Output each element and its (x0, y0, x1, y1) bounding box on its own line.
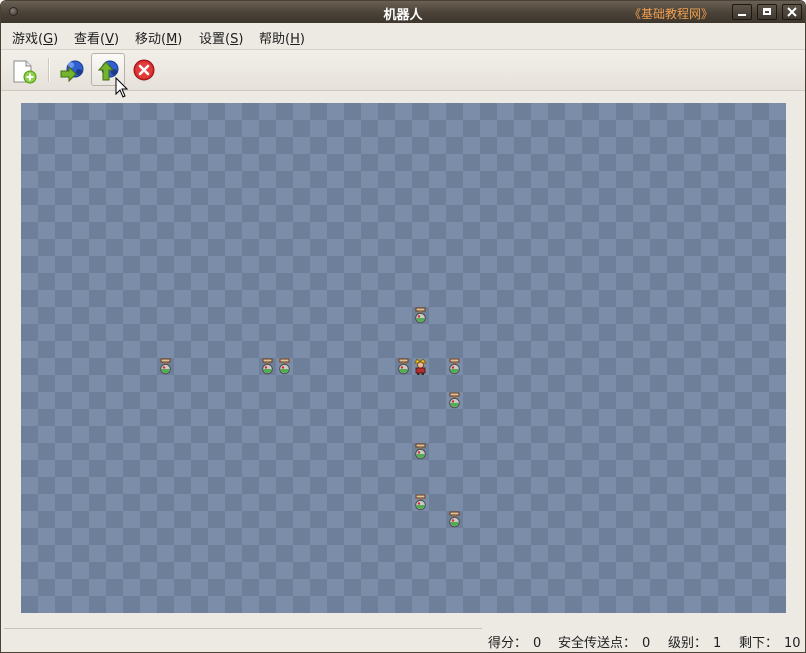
robot (412, 307, 429, 324)
robot (395, 358, 412, 375)
minimize-icon (738, 14, 746, 16)
robot-icon (449, 392, 460, 409)
robot-icon (398, 358, 409, 375)
game-board[interactable] (21, 103, 786, 613)
title-bar[interactable]: 机器人 《基础教程网》 (1, 1, 805, 24)
menu-help-label: 帮助( (259, 32, 291, 47)
safe-teleports-value: 0 (642, 636, 651, 651)
close-window-button[interactable] (782, 4, 802, 20)
score-label: 得分： (488, 636, 528, 651)
menu-game[interactable]: 游戏(G) (12, 28, 58, 47)
robot-icon (415, 307, 426, 324)
menu-view-mnemonic: V (105, 32, 114, 47)
teleport-icon (60, 60, 84, 83)
game-window: 机器人 《基础教程网》 游戏(G) 查看(V) 移动(M) 设置(S) 帮助(H… (0, 0, 806, 653)
status-bar: 得分： 0 安全传送点： 0 级别： 1 剩下： 10 (1, 627, 805, 652)
wait-button[interactable] (127, 53, 161, 86)
menu-move-label: 移动( (135, 32, 167, 47)
score-status: 得分： 0 (488, 632, 541, 651)
menu-game-mnemonic: G (43, 32, 54, 47)
menu-settings-close: ) (238, 32, 244, 47)
robot (412, 443, 429, 460)
menu-help[interactable]: 帮助(H) (259, 28, 305, 47)
robot (157, 358, 174, 375)
robot (412, 494, 429, 511)
safe-teleports-status: 安全传送点： 0 (558, 632, 650, 651)
maximize-icon (763, 8, 771, 15)
menu-view-close: ) (113, 32, 120, 47)
robot-icon (160, 358, 171, 375)
level-value: 1 (713, 636, 722, 651)
status-message-area (4, 628, 482, 652)
robot-icon (415, 494, 426, 511)
remaining-status: 剩下： 10 (739, 632, 801, 651)
level-label: 级别： (668, 636, 708, 651)
score-value: 0 (533, 636, 542, 651)
new-document-icon (13, 60, 37, 84)
robot (259, 358, 276, 375)
robot (446, 511, 463, 528)
maximize-button[interactable] (757, 4, 777, 20)
menu-move[interactable]: 移动(M) (135, 28, 182, 47)
menu-game-close: ) (53, 32, 59, 47)
toolbar-separator (48, 58, 50, 82)
robot-icon (449, 511, 460, 528)
safe-teleports-label: 安全传送点： (558, 636, 637, 651)
robot (276, 358, 293, 375)
menu-help-mnemonic: H (290, 32, 300, 47)
menu-view[interactable]: 查看(V) (74, 28, 119, 47)
menu-view-label: 查看( (74, 32, 106, 47)
robot-icon (415, 443, 426, 460)
mouse-pointer-icon (115, 77, 129, 98)
menu-move-mnemonic: M (166, 32, 178, 47)
remaining-label: 剩下： (739, 636, 779, 651)
remaining-value: 10 (784, 636, 801, 651)
player (412, 358, 429, 375)
menu-settings[interactable]: 设置(S) (199, 28, 243, 47)
player-icon (414, 358, 427, 375)
robot-icon (449, 358, 460, 375)
new-game-button[interactable] (8, 53, 42, 86)
minimize-button[interactable] (732, 4, 752, 20)
menu-bar: 游戏(G) 查看(V) 移动(M) 设置(S) 帮助(H) (1, 23, 805, 48)
robot-icon (262, 358, 273, 375)
menu-game-label: 游戏( (12, 32, 44, 47)
menu-settings-label: 设置( (199, 32, 231, 47)
robot-icon (279, 358, 290, 375)
robot (446, 392, 463, 409)
menu-move-close: ) (177, 32, 183, 47)
level-status: 级别： 1 (668, 632, 721, 651)
teleport-button[interactable] (56, 53, 90, 86)
close-icon (787, 7, 797, 17)
title-watermark: 《基础教程网》 (628, 7, 713, 21)
menu-help-close: ) (299, 32, 305, 47)
stop-icon (133, 59, 155, 81)
robot (446, 358, 463, 375)
